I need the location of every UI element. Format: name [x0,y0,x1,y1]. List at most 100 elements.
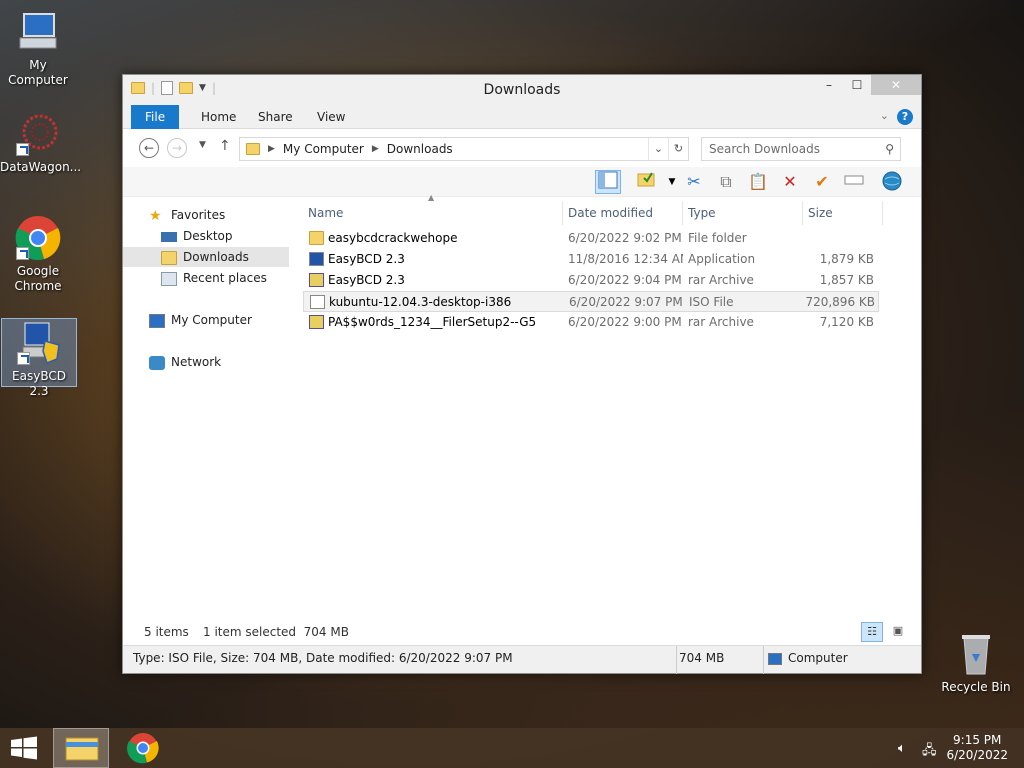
downloads-folder-icon [161,250,177,265]
recent-locations-icon[interactable]: ▼ [199,140,206,150]
search-icon[interactable]: ⚲ [885,138,894,160]
tab-home[interactable]: Home [187,105,250,129]
details-view-button[interactable]: ☷ [861,622,883,642]
file-type: rar Archive [688,315,754,329]
window-title: Downloads [483,82,561,98]
clock[interactable]: 9:15 PM 6/20/2022 [946,733,1008,763]
copy-icon[interactable]: ⧉ [713,170,739,194]
nav-network[interactable]: Network [123,352,289,372]
tab-file[interactable]: File [131,105,180,129]
desktop-icon-label: EasyBCD 2.3 [12,369,66,398]
title-bar[interactable]: | ▼ | Downloads – ☐ ✕ [123,75,921,105]
paste-icon[interactable]: 📋 [745,170,771,194]
refresh-icon[interactable]: ↻ [668,138,688,160]
desktop-icon-label: Recycle Bin [941,680,1011,694]
breadcrumb-my-computer[interactable]: My Computer [283,142,364,156]
desktop-icon-label: Google Chrome [14,264,62,293]
taskbar-file-explorer[interactable] [53,728,109,768]
globe-icon[interactable] [879,170,905,194]
file-row[interactable]: EasyBCD 2.3 11/8/2016 12:34 AM Applicati… [303,249,879,270]
status-bar: 5 items 1 item selected 704 MB ☷ ▣ [123,621,921,643]
search-input[interactable]: Search Downloads ⚲ [701,137,901,161]
help-icon[interactable]: ? [897,109,913,125]
file-row[interactable]: easybcdcrackwehope 6/20/2022 9:02 PM Fil… [303,228,879,249]
desktop-icon-datawagon[interactable]: DataWagon... [0,110,82,175]
desktop-icon-label: DataWagon... [0,160,82,174]
chevron-right-icon: ▶ [371,144,379,154]
nav-label: Network [171,355,222,369]
file-size: 1,879 KB [819,252,874,266]
close-button[interactable]: ✕ [871,75,921,95]
address-bar-row: ← → ▼ ↑ ▶ My Computer ▶ Downloads ⌄ ↻ Se… [123,129,921,167]
desktop-icon [161,231,177,242]
minimize-button[interactable]: – [815,75,843,95]
details-info: Type: ISO File, Size: 704 MB, Date modif… [133,651,513,665]
back-button[interactable]: ← [139,138,159,158]
shortcut-arrow-icon [16,143,29,156]
file-type: Application [688,252,756,266]
file-name: kubuntu-12.04.3-desktop-i386 [329,295,512,309]
column-header-type[interactable]: Type [683,201,803,225]
nav-label: Downloads [183,250,249,264]
selection-info: 1 item selected 704 MB [203,625,349,639]
chevron-right-icon: ▶ [268,144,275,154]
nav-my-computer[interactable]: My Computer [123,310,289,330]
properties-folder-icon[interactable] [633,170,659,194]
clock-time: 9:15 PM [953,733,1002,747]
computer-icon [768,653,782,665]
maximize-button[interactable]: ☐ [843,75,871,95]
address-dropdown-icon[interactable]: ⌄ [648,138,668,160]
desktop-icon-easybcd[interactable]: EasyBCD 2.3 [1,318,77,398]
file-row-selected[interactable]: kubuntu-12.04.3-desktop-i386 6/20/2022 9… [303,291,879,312]
column-header-size[interactable]: Size [803,201,883,225]
network-tray-icon[interactable]: 🖧︎ [922,741,937,763]
nav-favorites[interactable]: ★ Favorites [123,205,289,225]
desktop-icon-my-computer[interactable]: My Computer [0,8,76,88]
application-icon [309,252,324,266]
tab-view[interactable]: View [303,105,359,129]
network-icon [149,355,165,370]
up-arrow-icon[interactable]: ↑ [219,138,231,154]
file-row[interactable]: PA$$w0rds_1234__FilerSetup2--G5 6/20/202… [303,312,879,333]
expand-ribbon-icon[interactable]: ⌄ [880,109,889,122]
folder-icon [309,231,324,245]
desktop-icon-label: My Computer [8,58,68,87]
recycle-bin-icon [952,630,1000,678]
computer-icon [14,8,62,56]
chrome-icon [14,214,62,262]
breadcrumb-downloads[interactable]: Downloads [387,142,453,156]
taskbar-chrome[interactable] [115,728,171,768]
column-header-name[interactable]: Name [303,201,563,225]
file-type: ISO File [689,295,734,309]
cut-icon[interactable]: ✂ [681,170,707,194]
rename-icon[interactable] [841,170,867,194]
nav-recent-places[interactable]: Recent places [123,268,289,288]
file-name: PA$$w0rds_1234__FilerSetup2--G5 [328,315,537,329]
datawagon-icon [14,110,62,158]
desktop-icon-google-chrome[interactable]: Google Chrome [0,214,76,294]
start-button[interactable] [0,728,48,768]
column-header-date-modified[interactable]: Date modified [563,201,683,225]
file-row[interactable]: EasyBCD 2.3 6/20/2022 9:04 PM rar Archiv… [303,270,879,291]
desktop-icon-recycle-bin[interactable]: Recycle Bin [938,630,1014,695]
volume-muted-icon[interactable]: 🔈︎ [898,741,906,756]
file-size: 720,896 KB [805,295,875,309]
file-list: ▲ Name Date modified Type Size easybcdcr… [303,193,919,645]
preview-pane-button[interactable] [595,170,621,194]
address-field[interactable]: ▶ My Computer ▶ Downloads ⌄ ↻ [239,137,689,161]
file-explorer-icon [65,737,99,761]
nav-label: Favorites [171,208,226,222]
tab-share[interactable]: Share [244,105,307,129]
file-date: 6/20/2022 9:02 PM [568,231,682,245]
shortcut-arrow-icon [16,247,29,260]
search-placeholder: Search Downloads [709,142,820,156]
large-icons-view-button[interactable]: ▣ [887,622,909,642]
file-size: 7,120 KB [819,315,874,329]
nav-downloads[interactable]: Downloads [123,247,289,267]
rar-icon [309,273,324,287]
checkmark-icon[interactable]: ✔ [809,170,835,194]
delete-icon[interactable]: ✕ [777,170,803,194]
details-location: Computer [788,651,848,665]
nav-desktop[interactable]: Desktop [123,226,289,246]
forward-button[interactable]: → [167,138,187,158]
